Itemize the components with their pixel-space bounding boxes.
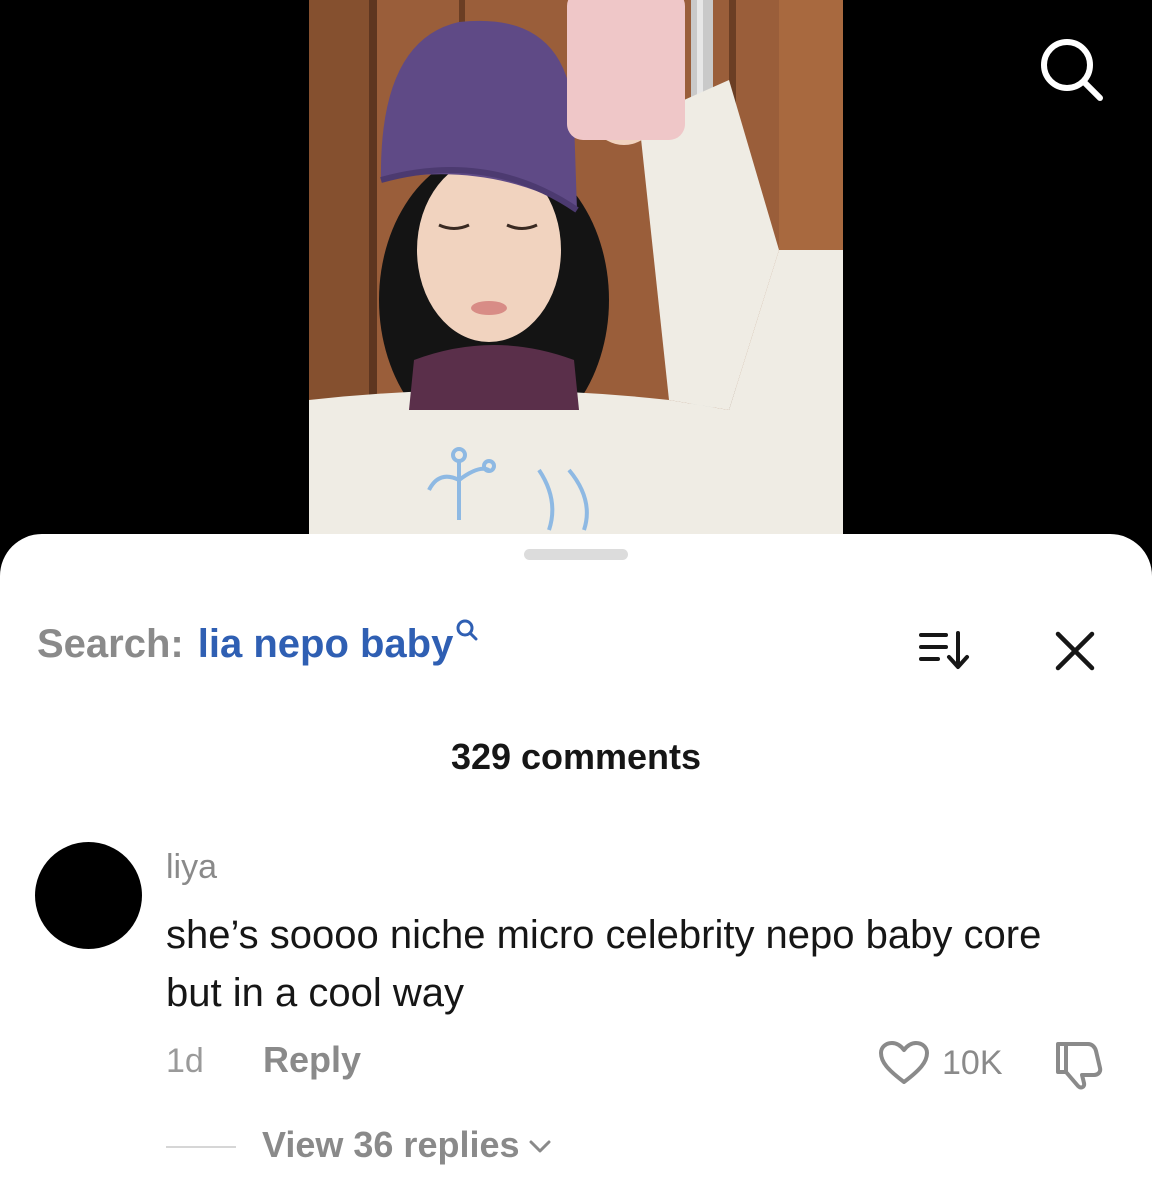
heart-icon[interactable]: [878, 1040, 930, 1086]
dislike-icon[interactable]: [1052, 1038, 1106, 1090]
video-area[interactable]: [0, 0, 1152, 560]
chevron-down-icon: [529, 1140, 551, 1153]
avatar[interactable]: [35, 842, 142, 949]
search-icon[interactable]: [1036, 34, 1106, 104]
sort-icon[interactable]: [918, 630, 972, 670]
comments-sheet: Search: lia nepo baby 329 comments liya …: [0, 534, 1152, 1200]
comment-username[interactable]: liya: [166, 848, 217, 887]
search-query-row[interactable]: Search: lia nepo baby: [37, 619, 479, 674]
drag-handle[interactable]: [524, 549, 628, 560]
search-query-icon: [456, 619, 478, 641]
close-icon[interactable]: [1054, 630, 1096, 672]
like-count: 10K: [942, 1044, 1003, 1082]
search-prefix-label: Search:: [37, 622, 184, 666]
reply-button[interactable]: Reply: [263, 1039, 361, 1081]
comments-count: 329 comments: [450, 736, 702, 777]
video-frame[interactable]: [309, 0, 843, 560]
view-replies-button[interactable]: View 36 replies: [262, 1124, 552, 1166]
video-thumbnail-image: [309, 0, 843, 560]
comment-age: 1d: [166, 1042, 204, 1080]
view-replies-label: View 36 replies: [262, 1124, 520, 1165]
replies-divider: [166, 1146, 236, 1148]
comment-text: she’s soooo niche micro celebrity nepo b…: [166, 913, 1042, 1015]
search-query-link[interactable]: lia nepo baby: [198, 622, 454, 667]
